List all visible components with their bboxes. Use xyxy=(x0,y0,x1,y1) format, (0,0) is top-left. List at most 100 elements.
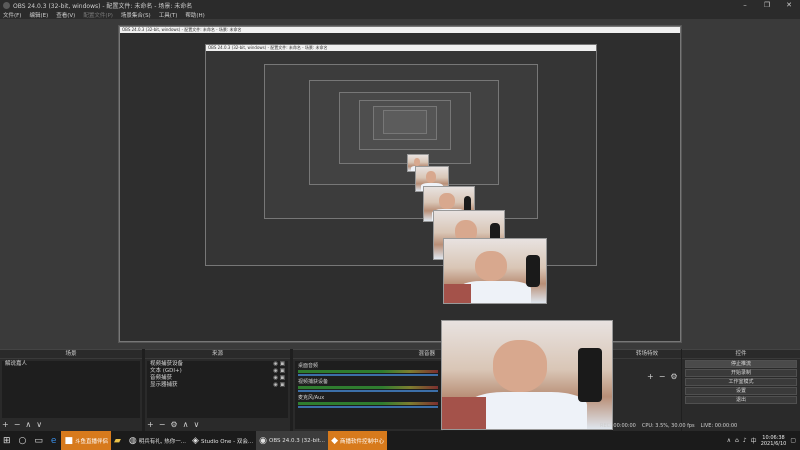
notification-icon[interactable]: ▢ xyxy=(790,437,796,444)
nested-window-title: OBS 24.0.3 (32-bit, windows) - 配置文件: 未命名… xyxy=(120,27,680,33)
window-controls: – ❐ ✕ xyxy=(734,0,800,10)
remove-source-button[interactable]: − xyxy=(159,420,166,429)
mixer-channel: 麦克风/Aux xyxy=(295,393,441,409)
source-item[interactable]: 音频捕获 ◉ ▣ xyxy=(147,375,288,382)
transitions-dock: 转场特效 + − ⚙ xyxy=(613,349,681,431)
network-icon[interactable]: ⌂ xyxy=(735,437,739,444)
move-source-down-button[interactable]: ∨ xyxy=(193,420,199,429)
volume-meter xyxy=(298,386,438,389)
source-item[interactable]: 视频捕获设备 ◉ ▣ xyxy=(147,361,288,368)
stop-streaming-button[interactable]: 停止推流 xyxy=(685,360,797,368)
system-tray: ∧ ⌂ ♪ 中 10:06:38 2021/6/10 ▢ xyxy=(727,431,796,450)
move-source-up-button[interactable]: ∧ xyxy=(183,420,189,429)
add-transition-button[interactable]: + xyxy=(647,372,654,381)
source-item[interactable]: 文本 (GDI+) ◉ ▣ xyxy=(147,368,288,375)
move-scene-up-button[interactable]: ∧ xyxy=(25,420,31,429)
live-status: LIVE: 00:00:00 xyxy=(700,422,738,429)
visibility-lock-icons[interactable]: ◉ ▣ xyxy=(273,368,288,375)
preview-canvas[interactable]: OBS 24.0.3 (32-bit, windows) - 配置文件: 未命名… xyxy=(118,25,682,343)
controls-dock: 控件 停止推流 开始录制 工作室模式 设置 退出 xyxy=(682,349,800,431)
webcam-overlay xyxy=(441,320,613,430)
menu-profile[interactable]: 配置文件(P) xyxy=(83,11,113,19)
source-settings-button[interactable]: ⚙ xyxy=(170,420,177,429)
mixer-header: 混音器 xyxy=(293,350,443,359)
taskbar-app-obs[interactable]: ◉ OBS 24.0.3 (32-bit... xyxy=(256,431,329,450)
folder-icon: ▰ xyxy=(114,435,121,446)
ime-icon[interactable]: 中 xyxy=(751,436,757,445)
clock[interactable]: 10:06:38 2021/6/10 xyxy=(761,435,787,447)
cpu-status: CPU: 3.5%, 30.00 fps xyxy=(641,422,695,429)
taskbar-app-control-center[interactable]: ◆ 商播软件控制中心 xyxy=(328,431,387,450)
menu-help[interactable]: 帮助(H) xyxy=(185,11,204,19)
minimize-button[interactable]: – xyxy=(734,0,756,10)
app-icon: ◍ xyxy=(128,435,137,446)
status-bar: REC: 00:00:00 CPU: 3.5%, 30.00 fps LIVE:… xyxy=(600,421,800,430)
taskbar: ⊞ ○ ▭ e ■ 斗鱼直播伴侣 ▰ ◍ 明兵有礼, 热你一... ◈ Stud… xyxy=(0,431,800,450)
visibility-lock-icons[interactable]: ◉ ▣ xyxy=(273,382,288,389)
mixer-dock: 混音器 桌面音频 视频捕获设备 麦克风/Aux xyxy=(293,349,443,431)
chevron-up-icon[interactable]: ∧ xyxy=(727,437,731,444)
edge-button[interactable]: e xyxy=(48,431,62,450)
sources-toolbar: + − ⚙ ∧ ∨ xyxy=(147,420,199,429)
mixer-channel: 桌面音频 xyxy=(295,361,441,377)
menu-file[interactable]: 文件(F) xyxy=(3,11,21,19)
mixer-channel: 视频捕获设备 xyxy=(295,377,441,393)
scenes-dock: 场景 解说嘉人 + − ∧ ∨ xyxy=(0,349,142,431)
start-recording-button[interactable]: 开始录制 xyxy=(685,369,797,377)
source-item[interactable]: 显示器捕获 ◉ ▣ xyxy=(147,382,288,389)
obs-icon: ◉ xyxy=(259,435,268,446)
add-source-button[interactable]: + xyxy=(147,420,154,429)
task-view-icon: ▭ xyxy=(34,435,43,446)
volume-slider[interactable] xyxy=(298,374,438,376)
transitions-toolbar: + − ⚙ xyxy=(647,372,678,381)
webcam-frame xyxy=(443,238,547,304)
menu-view[interactable]: 查看(V) xyxy=(56,11,75,19)
controls-header: 控件 xyxy=(682,350,800,359)
windows-icon: ⊞ xyxy=(3,435,11,446)
close-button[interactable]: ✕ xyxy=(778,0,800,10)
search-icon: ○ xyxy=(18,435,27,446)
obs-logo-icon xyxy=(3,1,10,9)
volume-slider[interactable] xyxy=(298,390,438,392)
mixer-channels: 桌面音频 视频捕获设备 麦克风/Aux xyxy=(295,361,441,429)
maximize-button[interactable]: ❐ xyxy=(756,0,778,10)
rec-status: REC: 00:00:00 xyxy=(600,422,636,429)
transitions-header: 转场特效 xyxy=(613,350,681,359)
settings-button[interactable]: 设置 xyxy=(685,387,797,395)
menu-tools[interactable]: 工具(T) xyxy=(159,11,178,19)
add-scene-button[interactable]: + xyxy=(2,420,9,429)
remove-transition-button[interactable]: − xyxy=(659,372,666,381)
menu-scene-collection[interactable]: 场景集合(S) xyxy=(121,11,151,19)
studio-mode-button[interactable]: 工作室模式 xyxy=(685,378,797,386)
taskbar-app-explorer[interactable]: ▰ xyxy=(111,431,126,450)
visibility-lock-icons[interactable]: ◉ ▣ xyxy=(273,375,288,382)
start-button[interactable]: ⊞ xyxy=(0,431,16,450)
volume-meter xyxy=(298,370,438,373)
title-bar: OBS 24.0.3 (32-bit, windows) - 配置文件: 未命名… xyxy=(0,0,800,10)
sources-header: 来源 xyxy=(145,350,290,359)
app-icon: ◈ xyxy=(192,435,199,446)
sources-list: 视频捕获设备 ◉ ▣ 文本 (GDI+) ◉ ▣ 音频捕获 ◉ ▣ 显示器捕获 ◉ ▣ xyxy=(147,361,288,418)
edge-icon: e xyxy=(50,435,57,446)
menu-edit[interactable]: 编辑(E) xyxy=(29,11,48,19)
taskbar-app-browser[interactable]: ◍ 明兵有礼, 热你一... xyxy=(126,431,189,450)
taskbar-app-douyu[interactable]: ■ 斗鱼直播伴侣 xyxy=(61,431,111,450)
volume-meter xyxy=(298,402,438,405)
taskbar-app-studio-one[interactable]: ◈ Studio One - 双会... xyxy=(189,431,256,450)
move-scene-down-button[interactable]: ∨ xyxy=(36,420,42,429)
volume-icon[interactable]: ♪ xyxy=(743,437,747,444)
scenes-toolbar: + − ∧ ∨ xyxy=(2,420,42,429)
scenes-header: 场景 xyxy=(0,350,142,359)
search-button[interactable]: ○ xyxy=(16,431,32,450)
window-title: OBS 24.0.3 (32-bit, windows) - 配置文件: 未命名… xyxy=(13,2,193,10)
nested-window-title: OBS 24.0.3 (32-bit, windows) - 配置文件: 未命名… xyxy=(206,45,596,51)
scene-item[interactable]: 解说嘉人 xyxy=(2,361,140,368)
app-icon: ◆ xyxy=(331,435,338,446)
sources-dock: 来源 视频捕获设备 ◉ ▣ 文本 (GDI+) ◉ ▣ 音频捕获 ◉ ▣ 显示器捕获 ◉… xyxy=(145,349,290,431)
visibility-lock-icons[interactable]: ◉ ▣ xyxy=(273,361,288,368)
volume-slider[interactable] xyxy=(298,406,438,408)
remove-scene-button[interactable]: − xyxy=(14,420,21,429)
task-view-button[interactable]: ▭ xyxy=(31,431,48,450)
exit-button[interactable]: 退出 xyxy=(685,396,797,404)
transition-settings-button[interactable]: ⚙ xyxy=(670,372,677,381)
